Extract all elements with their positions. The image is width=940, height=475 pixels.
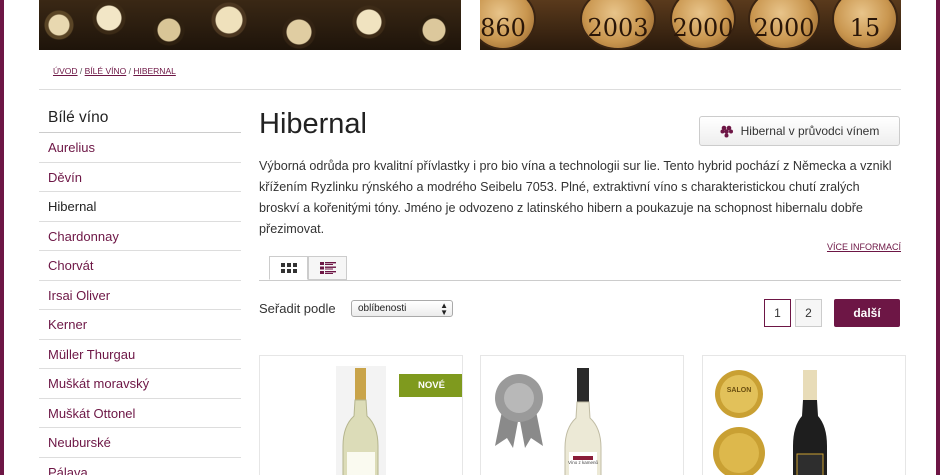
sidebar-item-chardonnay[interactable]: Chardonnay (39, 222, 241, 251)
variety-description: Výborná odrůda pro kvalitní přívlastky i… (259, 159, 892, 236)
cork: 2000 (748, 0, 820, 50)
medal-label: SALON (726, 387, 752, 394)
wine-bottle-image (564, 368, 602, 475)
sidebar-item-muskat-moravsky[interactable]: Muškát moravský (39, 369, 241, 399)
product-card[interactable]: NOVÉ (259, 355, 463, 475)
tabs-divider (259, 280, 901, 281)
wine-guide-button[interactable]: Hibernal v průvodci vínem (699, 116, 900, 146)
page-frame-left (0, 0, 4, 475)
view-tabs (269, 256, 347, 280)
banner-corks: 860 2003 2000 2000 15 (480, 0, 901, 50)
sidebar-item-muller-thurgau[interactable]: Müller Thurgau (39, 340, 241, 369)
bottle-label-text: Víno z kamenů (567, 460, 599, 465)
select-arrows-icon: ▲ ▼ (440, 301, 448, 317)
cork: 2000 (670, 0, 736, 50)
sidebar-item-irsai-oliver[interactable]: Irsai Oliver (39, 281, 241, 310)
sort-label: Seřadit podle (259, 301, 336, 316)
divider (39, 89, 901, 90)
page-1-button[interactable]: 1 (764, 299, 791, 327)
gold-medal-icon (713, 370, 827, 475)
grid-icon (280, 263, 297, 273)
sidebar-item-devin[interactable]: Děvín (39, 163, 241, 192)
product-card[interactable]: Víno z kamenů (480, 355, 684, 475)
sidebar-title: Bílé víno (39, 103, 241, 133)
more-info-link[interactable]: VÍCE INFORMACÍ (827, 242, 901, 252)
cork: 15 (832, 0, 898, 50)
list-view-tab[interactable] (308, 256, 347, 280)
pagination: 1 2 (764, 299, 822, 327)
breadcrumb: ÚVOD / BÍLÉ VÍNO / HIBERNAL (53, 66, 176, 76)
grid-view-tab[interactable] (269, 256, 308, 280)
sidebar-item-kerner[interactable]: Kerner (39, 310, 241, 340)
product-card[interactable]: SALON (702, 355, 906, 475)
sidebar-item-hibernal[interactable]: Hibernal (39, 192, 241, 222)
sidebar-item-aurelius[interactable]: Aurelius (39, 133, 241, 163)
cork: 860 (480, 0, 536, 50)
sidebar-item-chorvat[interactable]: Chorvát (39, 251, 241, 281)
page-frame-right (936, 0, 940, 475)
grape-icon (720, 125, 733, 138)
new-badge: NOVÉ (399, 374, 462, 397)
sidebar-item-muskat-ottonel[interactable]: Muškát Ottonel (39, 399, 241, 428)
list-icon (319, 262, 336, 274)
breadcrumb-home-link[interactable]: ÚVOD (53, 66, 78, 76)
wine-guide-button-label: Hibernal v průvodci vínem (740, 124, 880, 138)
sort-select-value: oblíbenosti (358, 303, 407, 314)
sidebar-item-neuburske[interactable]: Neuburské (39, 428, 241, 458)
breadcrumb-category-link[interactable]: BÍLÉ VÍNO (85, 66, 127, 76)
next-page-button[interactable]: další (834, 299, 900, 327)
sidebar: Bílé víno Aurelius Děvín Hibernal Chardo… (39, 103, 241, 475)
page-2-button[interactable]: 2 (795, 299, 822, 327)
banner-wine-bottles (39, 0, 461, 50)
breadcrumb-current-link[interactable]: HIBERNAL (133, 66, 176, 76)
main-content: Hibernal Hibernal v průvodci vínem Výbor… (259, 108, 901, 327)
cork: 2003 (580, 0, 656, 50)
sidebar-item-palava[interactable]: Pálava (39, 458, 241, 475)
sort-select[interactable]: oblíbenosti ▲ ▼ (351, 300, 453, 317)
